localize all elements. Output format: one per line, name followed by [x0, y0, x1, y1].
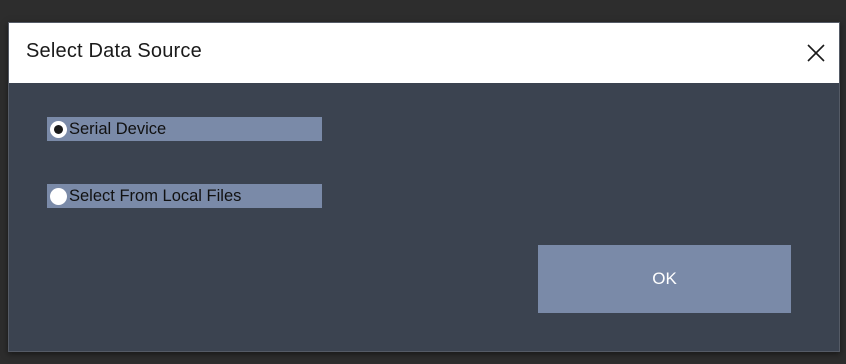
radio-label-serial-device: Serial Device: [69, 119, 167, 138]
dialog-titlebar: Select Data Source: [9, 23, 839, 83]
radio-selected-dot: [54, 124, 63, 134]
select-data-source-dialog: Select Data Source Serial Device Select …: [8, 22, 840, 352]
radio-button-unchecked[interactable]: [50, 187, 67, 205]
close-button[interactable]: [793, 23, 839, 83]
radio-label-local-files: Select From Local Files: [69, 186, 242, 205]
close-icon: [807, 44, 825, 62]
dialog-title: Select Data Source: [26, 40, 202, 62]
radio-option-serial-device[interactable]: Serial Device: [47, 117, 322, 141]
radio-option-local-files[interactable]: Select From Local Files: [47, 184, 322, 208]
radio-button-checked[interactable]: [50, 120, 67, 138]
window-frame: Select Data Source Serial Device Select …: [0, 0, 846, 364]
ok-button[interactable]: OK: [538, 245, 791, 313]
